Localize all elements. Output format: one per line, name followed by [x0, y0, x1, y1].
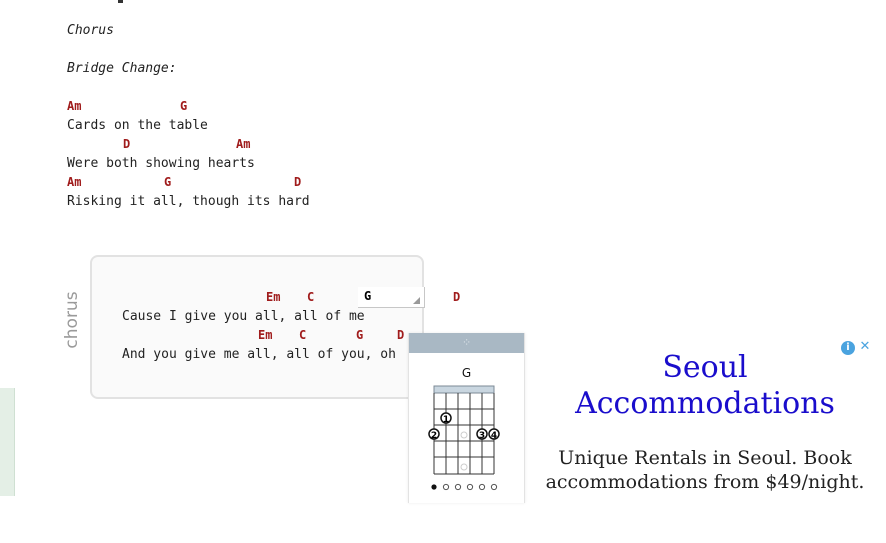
- chord-am[interactable]: Am: [236, 135, 250, 154]
- lyric-line: Were both showing hearts: [67, 156, 255, 171]
- chorus-heading: Chorus: [67, 23, 114, 38]
- chord-am[interactable]: Am: [67, 173, 81, 192]
- lyric-line: Risking it all, though its hard: [67, 194, 310, 209]
- chord-d[interactable]: D: [123, 135, 130, 154]
- lyric-line: Cards on the table: [67, 118, 208, 133]
- chord-select-label: G: [364, 289, 372, 303]
- svg-text:3: 3: [479, 431, 485, 441]
- top-artifact: [118, 0, 123, 3]
- chord-g[interactable]: G: [164, 173, 171, 192]
- chord-d[interactable]: D: [397, 326, 404, 345]
- chord-diagram-panel: ⁘ G 1 2 3 4: [408, 333, 525, 503]
- chord-em[interactable]: Em: [258, 326, 272, 345]
- chorus-block: [90, 255, 424, 399]
- diagram-drag-bar[interactable]: ⁘: [409, 333, 524, 353]
- guitar-fretboard-diagram: 1 2 3 4: [428, 385, 500, 491]
- ad-description: Unique Rentals in Seoul. Book accommodat…: [545, 447, 865, 493]
- finger-dot-2: 2: [428, 428, 440, 441]
- diagram-pagination[interactable]: [431, 483, 498, 491]
- finger-dot-1: 1: [440, 412, 452, 425]
- lyric-line: And you give me all, all of you, oh: [122, 347, 396, 362]
- svg-text:2: 2: [431, 431, 437, 441]
- drag-handle-icon[interactable]: ⁘: [462, 336, 471, 349]
- chord-g[interactable]: G: [180, 97, 187, 116]
- chord-d[interactable]: D: [294, 173, 301, 192]
- chord-em[interactable]: Em: [266, 288, 280, 307]
- svg-text:1: 1: [443, 415, 449, 425]
- chord-am[interactable]: Am: [67, 97, 81, 116]
- chord-d[interactable]: D: [453, 288, 460, 307]
- svg-text:4: 4: [491, 431, 497, 441]
- left-edge-widget: [0, 388, 15, 496]
- chorus-side-label: chorus: [62, 291, 82, 349]
- bridge-heading: Bridge Change:: [67, 61, 177, 76]
- ad-banner[interactable]: i ✕ Seoul Accommodations Unique Rentals …: [530, 340, 886, 496]
- ad-title-link[interactable]: Seoul Accommodations: [560, 350, 850, 422]
- lyric-line: Cause I give you all, all of me: [122, 309, 365, 324]
- chord-g[interactable]: G: [356, 326, 363, 345]
- diagram-chord-name: G: [461, 366, 472, 380]
- ad-close-icon[interactable]: ✕: [858, 340, 872, 354]
- resize-corner-icon: [413, 297, 420, 304]
- chord-c[interactable]: C: [307, 288, 314, 307]
- chord-select-g[interactable]: G: [358, 287, 425, 308]
- finger-dot-4: 4: [488, 428, 500, 441]
- chord-c[interactable]: C: [299, 326, 306, 345]
- finger-dot-3: 3: [476, 428, 488, 441]
